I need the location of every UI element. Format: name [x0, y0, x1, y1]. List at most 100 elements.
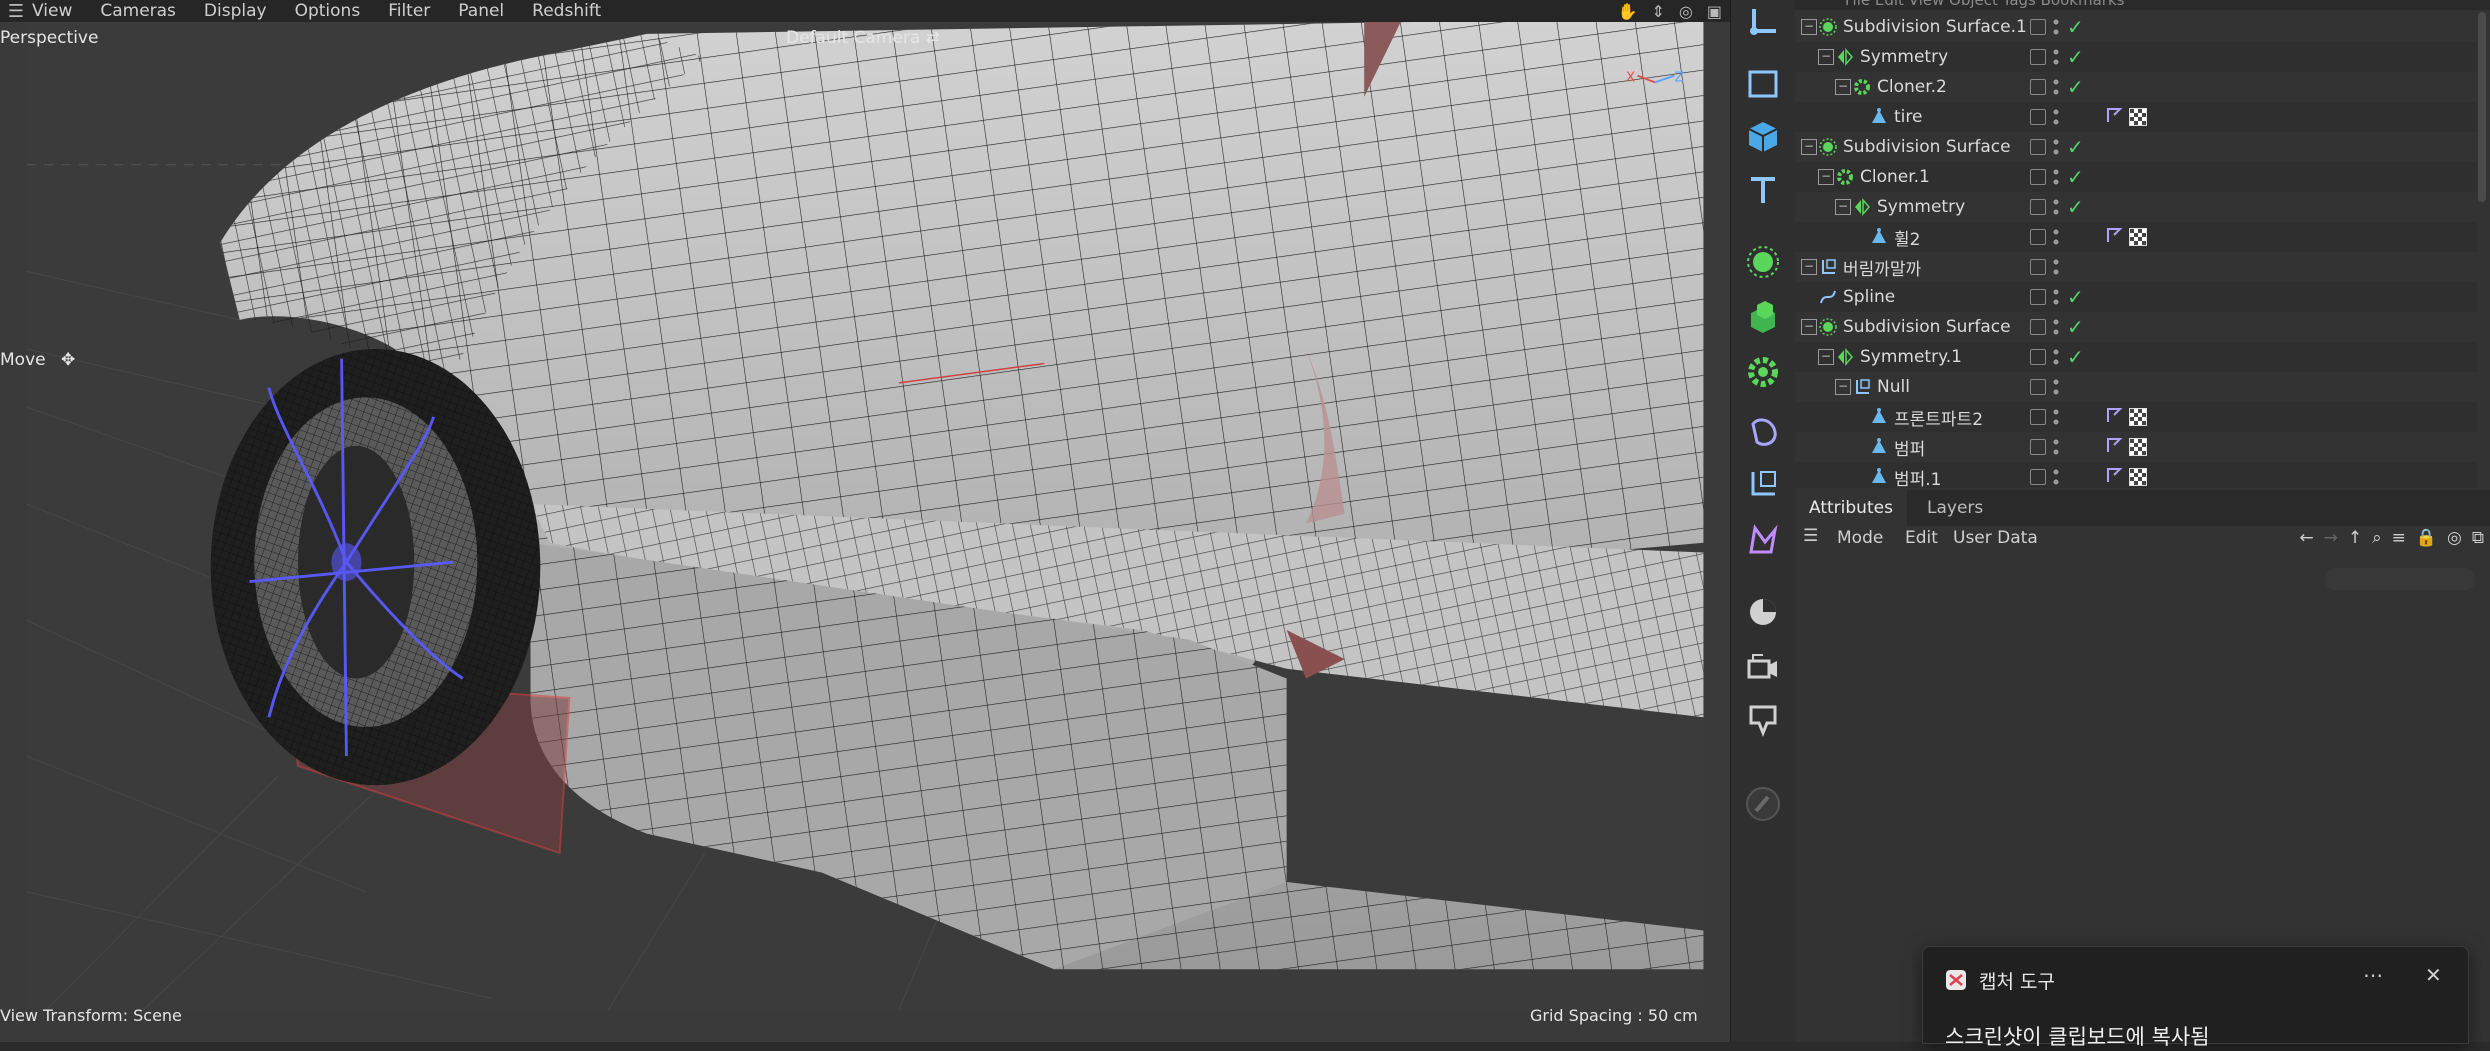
enabled-check-icon[interactable]: ✓: [2067, 195, 2084, 219]
object-row[interactable]: − Subdivision Surface ✓: [1795, 312, 2477, 342]
environment-sky-icon[interactable]: [1741, 590, 1785, 634]
enabled-check-icon[interactable]: ✓: [2067, 165, 2084, 189]
enabled-check-icon[interactable]: ✓: [2067, 315, 2084, 339]
menu-hamburger-icon[interactable]: ☰: [0, 1, 32, 22]
cloner-icon[interactable]: [1741, 295, 1785, 339]
visibility-dots-icon[interactable]: [2053, 377, 2059, 397]
visibility-dots-icon[interactable]: [2053, 437, 2059, 457]
coordinate-system-icon[interactable]: [1741, 0, 1785, 44]
subdivision-surface-icon[interactable]: [1741, 240, 1785, 284]
cube-icon[interactable]: [1741, 115, 1785, 159]
material-tag-icon[interactable]: [2129, 108, 2147, 126]
object-name[interactable]: Null: [1877, 377, 1910, 397]
expand-toggle-icon[interactable]: −: [1801, 19, 1817, 35]
camera-icon[interactable]: [1741, 645, 1785, 689]
object-name[interactable]: 프론트파트2: [1894, 405, 1983, 430]
deformer-icon[interactable]: [1741, 410, 1785, 454]
car-wireframe-render[interactable]: Z X: [0, 0, 1730, 1010]
object-row[interactable]: tire: [1795, 102, 2477, 132]
object-name[interactable]: 범퍼: [1894, 435, 1925, 460]
orbit-icon[interactable]: ◎: [1679, 2, 1693, 21]
object-name[interactable]: Subdivision Surface: [1843, 317, 2011, 337]
forward-arrow-icon[interactable]: →: [2324, 528, 2338, 548]
layer-edit-icon[interactable]: [2030, 349, 2046, 365]
object-name[interactable]: Symmetry: [1877, 197, 1965, 217]
visibility-dots-icon[interactable]: [2053, 107, 2059, 127]
object-name[interactable]: Cloner.2: [1877, 77, 1947, 97]
attributes-hamburger-icon[interactable]: ☰: [1803, 526, 1818, 546]
tab-layers[interactable]: Layers: [1913, 490, 1997, 526]
object-row[interactable]: − Cloner.1 ✓: [1795, 162, 2477, 192]
lock-icon[interactable]: 🔒: [2416, 528, 2437, 548]
visibility-dots-icon[interactable]: [2053, 197, 2059, 217]
layer-edit-icon[interactable]: [2030, 169, 2046, 185]
enabled-check-icon[interactable]: ✓: [2067, 345, 2084, 369]
menu-mode[interactable]: Mode: [1837, 528, 1883, 548]
object-name[interactable]: tire: [1894, 107, 1922, 127]
visibility-dots-icon[interactable]: [2053, 257, 2059, 277]
enabled-check-icon[interactable]: ✓: [2067, 285, 2084, 309]
up-arrow-icon[interactable]: ↑: [2348, 528, 2362, 548]
material-tag-icon[interactable]: [2129, 468, 2147, 486]
object-row[interactable]: − Null: [1795, 372, 2477, 402]
menu-panel[interactable]: Panel: [458, 1, 504, 21]
filter-icon[interactable]: ≡: [2392, 528, 2406, 548]
object-row[interactable]: − Subdivision Surface ✓: [1795, 132, 2477, 162]
light-icon[interactable]: [1741, 697, 1785, 741]
layer-edit-icon[interactable]: [2030, 319, 2046, 335]
object-row[interactable]: 범퍼.1: [1795, 462, 2477, 488]
layer-edit-icon[interactable]: [2030, 289, 2046, 305]
expand-toggle-icon[interactable]: −: [1801, 259, 1817, 275]
menu-redshift[interactable]: Redshift: [532, 1, 601, 21]
object-row[interactable]: − Symmetry.1 ✓: [1795, 342, 2477, 372]
object-name[interactable]: Spline: [1843, 287, 1895, 307]
visibility-dots-icon[interactable]: [2053, 347, 2059, 367]
material-tag-icon[interactable]: [2129, 228, 2147, 246]
expand-toggle-icon[interactable]: −: [1801, 139, 1817, 155]
layer-edit-icon[interactable]: [2030, 379, 2046, 395]
material-tag-icon[interactable]: [2129, 438, 2147, 456]
layer-edit-icon[interactable]: [2030, 469, 2046, 485]
enabled-check-icon[interactable]: ✓: [2067, 75, 2084, 99]
toast-close-icon[interactable]: ✕: [2425, 963, 2442, 987]
layer-edit-icon[interactable]: [2030, 259, 2046, 275]
visibility-dots-icon[interactable]: [2053, 317, 2059, 337]
object-name[interactable]: Cloner.1: [1860, 167, 1930, 187]
layer-edit-icon[interactable]: [2030, 229, 2046, 245]
object-name[interactable]: Subdivision Surface.1: [1843, 17, 2027, 37]
menu-view[interactable]: View: [32, 1, 72, 21]
object-row[interactable]: − Symmetry ✓: [1795, 42, 2477, 72]
object-row[interactable]: Spline ✓: [1795, 282, 2477, 312]
back-arrow-icon[interactable]: ←: [2299, 528, 2313, 548]
layer-edit-icon[interactable]: [2030, 139, 2046, 155]
phong-tag-icon[interactable]: [2105, 106, 2123, 129]
layer-edit-icon[interactable]: [2030, 199, 2046, 215]
menu-filter[interactable]: Filter: [388, 1, 430, 21]
pan-hand-icon[interactable]: ✋: [1618, 2, 1638, 21]
expand-toggle-icon[interactable]: −: [1801, 319, 1817, 335]
object-manager-scrollbar[interactable]: [2478, 12, 2486, 202]
visibility-dots-icon[interactable]: [2053, 227, 2059, 247]
object-name[interactable]: Symmetry.1: [1860, 347, 1962, 367]
view-name-label[interactable]: Perspective: [0, 28, 98, 48]
attribute-search-field[interactable]: [2325, 568, 2475, 590]
expand-toggle-icon[interactable]: −: [1835, 199, 1851, 215]
menu-edit[interactable]: Edit: [1905, 528, 1938, 548]
snipping-tool-notification[interactable]: 캡처 도구 ⋯ ✕ 스크린샷이 클립보드에 복사됨: [1922, 946, 2469, 1049]
menu-user-data[interactable]: User Data: [1953, 528, 2038, 548]
target-icon[interactable]: ◎: [2447, 528, 2462, 548]
field-icon[interactable]: [1741, 518, 1785, 562]
menu-options[interactable]: Options: [295, 1, 361, 21]
enabled-check-icon[interactable]: ✓: [2067, 135, 2084, 159]
expand-toggle-icon[interactable]: −: [1835, 79, 1851, 95]
menu-cameras[interactable]: Cameras: [100, 1, 176, 21]
phong-tag-icon[interactable]: [2105, 436, 2123, 459]
object-row[interactable]: − Symmetry ✓: [1795, 192, 2477, 222]
object-row[interactable]: 프론트파트2: [1795, 402, 2477, 432]
gear-icon[interactable]: [1741, 350, 1785, 394]
object-name[interactable]: Subdivision Surface: [1843, 137, 2011, 157]
3d-viewport[interactable]: Z X ☰ View Cameras Display Options Filte…: [0, 0, 1730, 1042]
text-icon[interactable]: [1741, 168, 1785, 212]
phong-tag-icon[interactable]: [2105, 406, 2123, 429]
layer-edit-icon[interactable]: [2030, 19, 2046, 35]
